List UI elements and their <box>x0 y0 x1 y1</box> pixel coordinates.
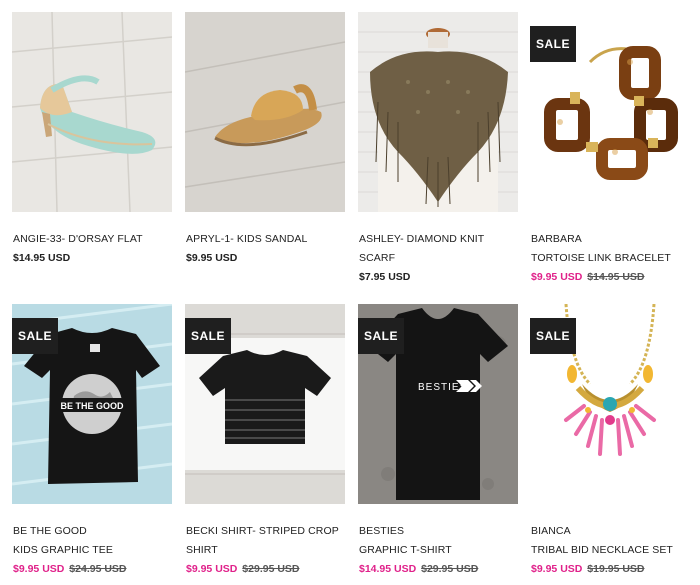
price-row: $9.95 USD $14.95 USD <box>531 268 696 287</box>
price-row: $9.95 USD $24.95 USD <box>13 560 178 579</box>
product-info: BECKI SHIRT- STRIPED CROP SHIRT $9.95 US… <box>186 522 351 579</box>
sale-badge: SALE <box>530 318 576 354</box>
product-name-line2[interactable]: SHIRT <box>186 541 351 560</box>
product-name-line1[interactable]: BARBARA <box>531 230 696 249</box>
sale-price: $9.95 USD <box>531 271 583 283</box>
product-name-line1[interactable]: BESTIES <box>359 522 524 541</box>
product-name-line2[interactable]: KIDS GRAPHIC TEE <box>13 541 178 560</box>
product-image-sandal[interactable] <box>185 12 345 212</box>
original-price: $19.95 USD <box>587 563 645 575</box>
sale-badge: SALE <box>530 26 576 62</box>
price-row: $9.95 USD $19.95 USD <box>531 560 696 579</box>
product-name-line1[interactable]: ASHLEY- DIAMOND KNIT <box>359 230 524 249</box>
original-price: $29.95 USD <box>421 563 479 575</box>
product-name-line1[interactable]: BIANCA <box>531 522 696 541</box>
product-image-flat-shoe[interactable] <box>12 12 172 212</box>
original-price: $29.95 USD <box>242 563 300 575</box>
sale-price: $14.95 USD <box>359 563 417 575</box>
product-name-line1[interactable]: APRYL-1- KIDS SANDAL <box>186 230 351 249</box>
original-price: $24.95 USD <box>69 563 127 575</box>
original-price: $14.95 USD <box>587 271 645 283</box>
product-price: $14.95 USD <box>13 252 71 264</box>
sale-badge: SALE <box>185 318 231 354</box>
product-name-line2[interactable]: GRAPHIC T-SHIRT <box>359 541 524 560</box>
product-name-line2[interactable]: TRIBAL BID NECKLACE SET <box>531 541 696 560</box>
product-name-line2[interactable]: SCARF <box>359 249 524 268</box>
product-info: ASHLEY- DIAMOND KNIT SCARF $7.95 USD <box>359 230 524 287</box>
sale-price: $9.95 USD <box>186 563 238 575</box>
product-info: APRYL-1- KIDS SANDAL $9.95 USD <box>186 230 351 268</box>
product-image-necklace[interactable]: SALE <box>530 304 690 504</box>
product-price: $7.95 USD <box>359 271 411 283</box>
sale-price: $9.95 USD <box>13 563 65 575</box>
price-row: $14.95 USD <box>13 249 178 268</box>
price-row: $9.95 USD $29.95 USD <box>186 560 351 579</box>
product-image-besties-tee[interactable]: BESTIES SALE <box>358 304 518 504</box>
product-price: $9.95 USD <box>186 252 238 264</box>
product-info: BE THE GOOD KIDS GRAPHIC TEE $9.95 USD $… <box>13 522 178 579</box>
product-info: ANGIE-33- D'ORSAY FLAT $14.95 USD <box>13 230 178 268</box>
product-name-line2[interactable]: TORTOISE LINK BRACELET <box>531 249 696 268</box>
product-image-scarf[interactable] <box>358 12 518 212</box>
sale-price: $9.95 USD <box>531 563 583 575</box>
price-row: $7.95 USD <box>359 268 524 287</box>
product-image-crop-shirt[interactable]: SALE <box>185 304 345 504</box>
product-grid: ANGIE-33- D'ORSAY FLAT $14.95 USD APRYL-… <box>0 0 700 585</box>
price-row: $14.95 USD $29.95 USD <box>359 560 524 579</box>
product-info: BESTIES GRAPHIC T-SHIRT $14.95 USD $29.9… <box>359 522 524 579</box>
product-info: BIANCA TRIBAL BID NECKLACE SET $9.95 USD… <box>531 522 696 579</box>
product-image-bracelet[interactable]: SALE <box>530 12 690 212</box>
sale-badge: SALE <box>358 318 404 354</box>
product-name-line1[interactable]: BECKI SHIRT- STRIPED CROP <box>186 522 351 541</box>
product-name-line1[interactable]: BE THE GOOD <box>13 522 178 541</box>
sale-badge: SALE <box>12 318 58 354</box>
price-row: $9.95 USD <box>186 249 351 268</box>
product-name-line1[interactable]: ANGIE-33- D'ORSAY FLAT <box>13 230 178 249</box>
product-image-kids-tee[interactable]: BE THE GOOD SALE <box>12 304 172 504</box>
tee-print-text: BE THE GOOD <box>60 401 124 411</box>
product-info: BARBARA TORTOISE LINK BRACELET $9.95 USD… <box>531 230 696 287</box>
